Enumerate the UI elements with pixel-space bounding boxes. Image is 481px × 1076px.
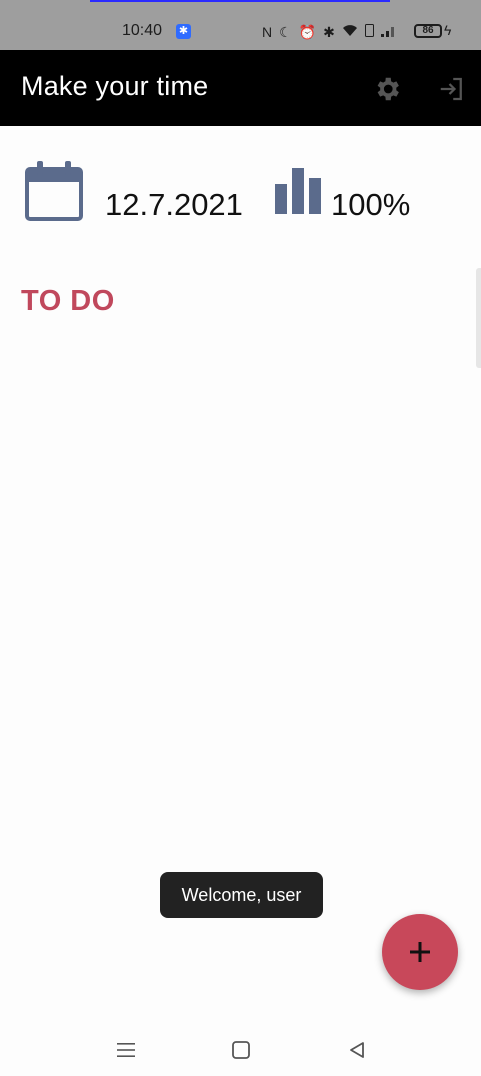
completion-percent: 100% <box>331 187 411 222</box>
app-title: Make your time <box>21 71 209 101</box>
calendar-icon <box>25 161 83 221</box>
battery-icon: 86 <box>414 24 442 38</box>
bluetooth-badge-icon: ✱ <box>176 24 191 39</box>
battery-level: 86 <box>422 25 434 36</box>
logout-icon <box>440 77 462 101</box>
sim-icon <box>364 24 374 40</box>
gear-icon <box>377 77 399 101</box>
summary-row: 12.7.2021 100% <box>0 152 481 232</box>
side-panel-handle[interactable] <box>476 268 481 368</box>
do-not-disturb-icon: ☾ <box>279 23 292 40</box>
app-screen: 10:40 ✱ N ☾ ⏰ ✱ 86 ϟ Make your time 12.7… <box>0 0 481 1076</box>
signal-icon <box>380 24 395 40</box>
app-bar: Make your time <box>0 50 481 126</box>
bolt-icon: ϟ <box>444 22 452 38</box>
add-task-button[interactable] <box>382 914 458 990</box>
settings-button[interactable] <box>370 72 404 106</box>
status-time: 10:40 <box>122 22 163 39</box>
bar-chart-icon <box>275 168 321 214</box>
alarm-icon: ⏰ <box>298 23 317 40</box>
bluetooth-icon: ✱ <box>323 23 335 40</box>
wifi-icon <box>342 24 358 40</box>
back-button[interactable] <box>345 1038 369 1062</box>
back-icon <box>350 1042 364 1058</box>
home-icon <box>232 1041 250 1059</box>
home-button[interactable] <box>229 1038 253 1062</box>
plus-icon <box>410 942 430 962</box>
todo-section-title: TO DO <box>21 285 115 317</box>
nfc-icon: N <box>262 24 273 40</box>
status-accent-line <box>90 0 390 2</box>
welcome-toast: Welcome, user <box>160 872 323 918</box>
status-bar: 10:40 ✱ N ☾ ⏰ ✱ 86 ϟ <box>0 0 481 50</box>
status-icons: N ☾ ⏰ ✱ <box>262 22 395 42</box>
menu-icon <box>117 1043 135 1057</box>
system-nav-bar <box>0 1020 481 1076</box>
date-text: 12.7.2021 <box>105 187 243 222</box>
recents-button[interactable] <box>114 1038 138 1062</box>
logout-button[interactable] <box>435 72 469 106</box>
